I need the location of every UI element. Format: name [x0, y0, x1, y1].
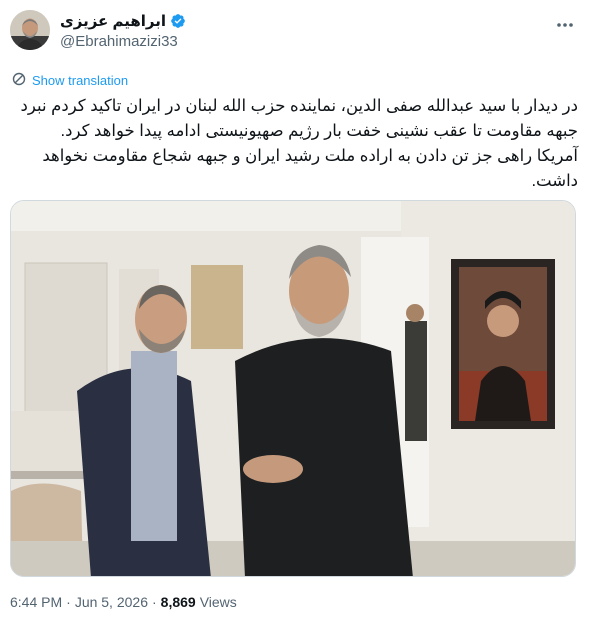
- tweet-meta: 6:44 PM · Jun 5, 2026 · 8,869 Views: [10, 594, 237, 610]
- avatar[interactable]: [10, 10, 50, 50]
- tweet-photo[interactable]: [10, 200, 576, 577]
- tweet-text: در دیدار با سید عبدالله صفی الدین، نماین…: [12, 94, 578, 194]
- tweet-date[interactable]: Jun 5, 2026: [75, 594, 148, 610]
- meta-separator: ·: [66, 594, 71, 610]
- verified-badge-icon: [170, 13, 186, 29]
- show-translation-label: Show translation: [32, 73, 129, 88]
- author-handle[interactable]: @Ebrahimazizi33: [60, 33, 186, 50]
- tweet-text-line: آمریکا راهی جز تن دادن به اراده ملت رشید…: [42, 147, 578, 165]
- more-options-icon[interactable]: [554, 14, 576, 36]
- meta-separator: ·: [151, 594, 157, 610]
- translate-icon: [12, 72, 26, 89]
- tweet-text-line: جبهه مقاومت تا عقب نشینی خفت بار رژیم صه…: [60, 122, 578, 140]
- tweet-text-line: در دیدار با سید عبدالله صفی الدین، نماین…: [20, 97, 578, 115]
- author-display-name[interactable]: ابراهیم عزیزی: [60, 12, 166, 30]
- tweet-time[interactable]: 6:44 PM: [10, 594, 62, 610]
- tweet-text-line: داشت.: [531, 172, 578, 190]
- show-translation-link[interactable]: Show translation: [12, 72, 128, 89]
- tweet-header: ابراهیم عزیزی @Ebrahimazizi33: [10, 10, 580, 54]
- views-count: 8,869: [160, 594, 196, 610]
- views-label: Views: [199, 594, 237, 610]
